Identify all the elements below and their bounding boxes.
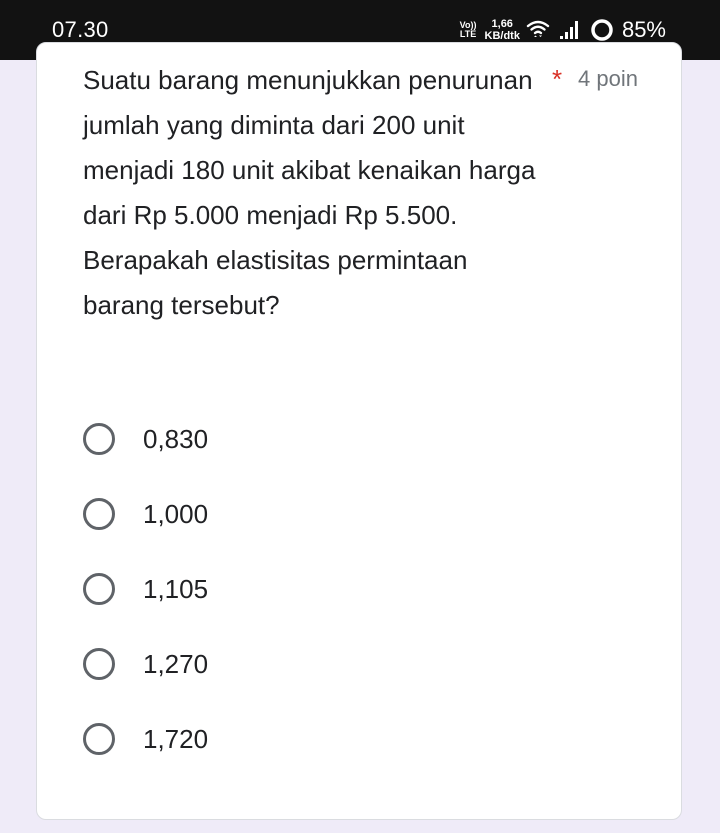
radio-icon[interactable] — [83, 423, 115, 455]
volte-icon: Vo)) LTE — [460, 21, 477, 39]
option-0-830[interactable]: 0,830 — [83, 419, 208, 459]
radio-icon[interactable] — [83, 648, 115, 680]
question-header: Suatu barang menunjukkan penurunan jumla… — [83, 58, 639, 328]
network-speed-value: 1,66 — [491, 18, 513, 30]
option-1-000[interactable]: 1,000 — [83, 494, 208, 534]
question-card: Suatu barang menunjukkan penurunan jumla… — [36, 42, 682, 820]
option-label: 0,830 — [143, 423, 209, 454]
required-marker: * — [552, 64, 563, 94]
radio-icon[interactable] — [83, 723, 115, 755]
network-speed: 1,66 KB/dtk — [485, 18, 520, 42]
question-points: 4 poin — [578, 66, 638, 91]
option-label: 1,720 — [143, 723, 209, 754]
option-1-720[interactable]: 1,720 — [83, 719, 208, 759]
option-1-270[interactable]: 1,270 — [83, 644, 208, 684]
volte-bottom-label: LTE — [459, 29, 477, 39]
option-label: 1,105 — [143, 573, 209, 604]
network-speed-unit: KB/dtk — [484, 30, 520, 42]
option-label: 1,270 — [143, 648, 209, 679]
wifi-icon — [526, 19, 550, 41]
battery-level: 85% — [621, 17, 666, 42]
option-1-105[interactable]: 1,105 — [83, 569, 208, 609]
signal-icon — [559, 20, 580, 40]
options-list: 0,830 1,000 1,105 1,270 1,720 — [83, 419, 208, 794]
radio-icon[interactable] — [83, 498, 115, 530]
question-text: Suatu barang menunjukkan penurunan jumla… — [83, 65, 536, 320]
status-time: 07.30 — [52, 17, 109, 42]
option-label: 1,000 — [143, 498, 209, 529]
radio-icon[interactable] — [83, 573, 115, 605]
battery-ring-icon — [590, 18, 614, 42]
